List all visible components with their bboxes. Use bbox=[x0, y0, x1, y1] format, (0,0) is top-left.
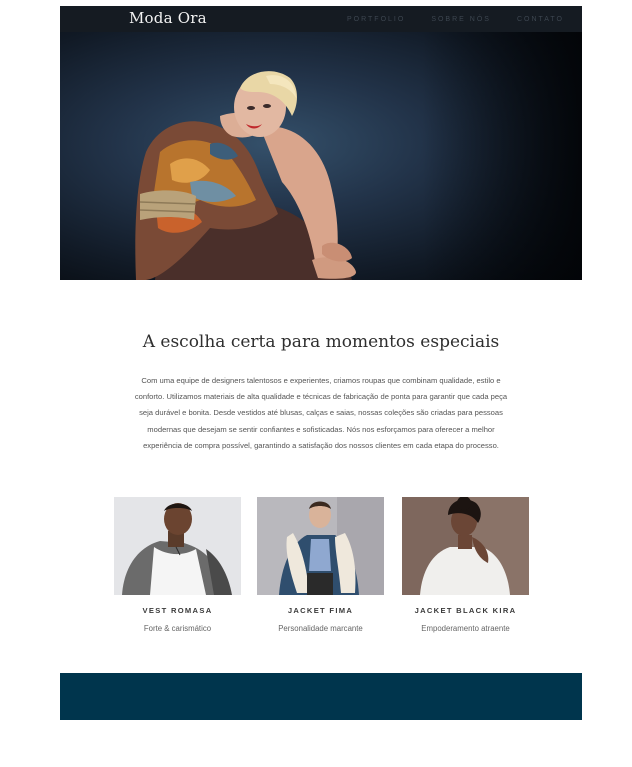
product-card[interactable]: JACKET FIMA Personalidade marcante bbox=[257, 497, 384, 633]
product-photo[interactable] bbox=[257, 497, 384, 595]
intro-heading: A escolha certa para momentos especiais bbox=[142, 332, 500, 352]
product-description: Personalidade marcante bbox=[278, 624, 363, 633]
product-photo-vest-romasa bbox=[114, 497, 241, 595]
intro-line: seja durável e bonita. Desde vestidos at… bbox=[139, 408, 503, 418]
nav-link-sobre-nos[interactable]: SOBRE NÓS bbox=[431, 16, 491, 23]
intro-paragraph: Com uma equipe de designers talentosos e… bbox=[116, 373, 526, 454]
nav-link-contato[interactable]: CONTATO bbox=[517, 16, 564, 23]
main-nav: PORTFOLIO SOBRE NÓS CONTATO bbox=[347, 6, 564, 32]
product-description: Forte & carismático bbox=[143, 624, 212, 633]
product-name[interactable]: JACKET BLACK KIRA bbox=[402, 606, 529, 615]
product-photo[interactable] bbox=[114, 497, 241, 595]
product-photo[interactable] bbox=[402, 497, 529, 595]
product-grid: VEST ROMASA Forte & carismático JACKET F… bbox=[114, 497, 529, 637]
product-card[interactable]: VEST ROMASA Forte & carismático bbox=[114, 497, 241, 633]
brand-logo[interactable]: Moda Ora bbox=[129, 9, 207, 27]
product-photo-jacket-fima bbox=[257, 497, 384, 595]
intro-line: experiência de compra possível, garantin… bbox=[143, 440, 499, 450]
intro-line: modernas que desejam se sentir confiante… bbox=[147, 424, 495, 434]
product-name[interactable]: JACKET FIMA bbox=[257, 606, 384, 615]
product-photo-jacket-black-kira bbox=[402, 497, 529, 595]
product-card[interactable]: JACKET BLACK KIRA Empoderamento atraente bbox=[402, 497, 529, 633]
intro-line: conforto. Utilizamos materiais de alta q… bbox=[134, 392, 508, 402]
page: Moda Ora PORTFOLIO SOBRE NÓS CONTATO A e… bbox=[60, 6, 582, 720]
product-name[interactable]: VEST ROMASA bbox=[114, 606, 241, 615]
site-footer bbox=[60, 673, 582, 720]
hero-image bbox=[60, 32, 582, 280]
product-description: Empoderamento atraente bbox=[421, 624, 510, 633]
nav-link-portfolio[interactable]: PORTFOLIO bbox=[347, 16, 405, 23]
intro-line: Com uma equipe de designers talentosos e… bbox=[141, 376, 501, 385]
site-header: Moda Ora PORTFOLIO SOBRE NÓS CONTATO bbox=[60, 6, 582, 32]
hero-model-illustration bbox=[135, 71, 356, 280]
